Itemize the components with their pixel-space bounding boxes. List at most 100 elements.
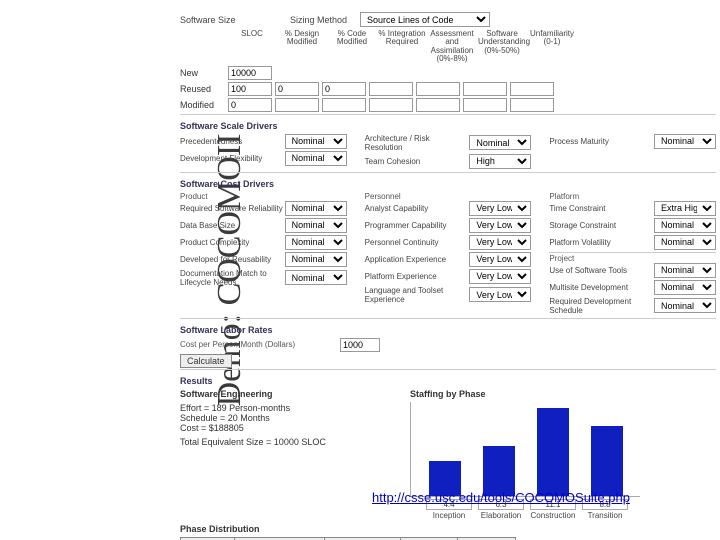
pvol-label: Platform Volatility xyxy=(549,238,654,247)
cocomo-url-link[interactable]: http://csse.usc.edu/tools/COCOMOSuite.ph… xyxy=(372,490,630,505)
schedule-text: Schedule = 20 Months xyxy=(180,413,370,423)
staffing-chart xyxy=(410,402,640,497)
modified-aa-input[interactable] xyxy=(416,98,460,112)
platform-heading: Platform xyxy=(549,192,716,201)
pcap-label: Programmer Capability xyxy=(365,221,470,230)
sizing-method-label: Sizing Method xyxy=(290,15,360,25)
acap-select[interactable]: Very Low xyxy=(469,201,531,216)
ruse-label: Developed for Reusability xyxy=(180,255,285,264)
flex-label: Development Flexibility xyxy=(180,154,285,163)
pcon-label: Personnel Continuity xyxy=(365,238,470,247)
reused-label: Reused xyxy=(180,84,228,94)
modified-sloc-input[interactable] xyxy=(228,98,272,112)
results-heading: Results xyxy=(180,376,716,386)
phase-table: Phase Effort (Person-months) Schedule (M… xyxy=(180,537,516,540)
new-label: New xyxy=(180,68,228,78)
modified-ir-input[interactable] xyxy=(369,98,413,112)
cplx-select[interactable]: Nominal xyxy=(285,235,347,250)
bar-elaboration xyxy=(483,446,515,496)
apex-select[interactable]: Very Low xyxy=(469,252,531,267)
ruse-select[interactable]: Nominal xyxy=(285,252,347,267)
cost-drivers-heading: Software Cost Drivers xyxy=(180,179,716,189)
labor-rates-heading: Software Labor Rates xyxy=(180,325,716,335)
reused-dm-input[interactable] xyxy=(275,82,319,96)
reused-aa-input[interactable] xyxy=(416,82,460,96)
col-integ: % Integration Required xyxy=(378,30,426,64)
data-label: Data Base Size xyxy=(180,221,285,230)
rely-select[interactable]: Nominal xyxy=(285,201,347,216)
col-sloc: SLOC xyxy=(228,30,276,64)
data-select[interactable]: Nominal xyxy=(285,218,347,233)
phase-dist-heading: Phase Distribution xyxy=(180,524,716,534)
equiv-size-text: Total Equivalent Size = 10000 SLOC xyxy=(180,437,370,447)
modified-label: Modified xyxy=(180,100,228,110)
bar-transition xyxy=(591,426,623,496)
team-select[interactable]: High xyxy=(469,154,531,169)
prec-select[interactable]: Nominal xyxy=(285,134,347,149)
rely-label: Required Software Reliability xyxy=(180,204,285,213)
pcon-select[interactable]: Very Low xyxy=(469,235,531,250)
pvol-select[interactable]: Nominal xyxy=(654,235,716,250)
col-unfam: Unfamiliarity (0-1) xyxy=(528,30,576,64)
effort-text: Effort = 189 Person-months xyxy=(180,403,370,413)
arch-select[interactable]: Nominal xyxy=(469,135,531,150)
pmat-label: Process Maturity xyxy=(549,137,654,146)
stor-label: Storage Constraint xyxy=(549,221,654,230)
reused-ir-input[interactable] xyxy=(369,82,413,96)
modified-su-input[interactable] xyxy=(463,98,507,112)
modified-dm-input[interactable] xyxy=(275,98,319,112)
sloc-row-new: New xyxy=(180,66,716,80)
new-sloc-input[interactable] xyxy=(228,66,272,80)
reused-unfm-input[interactable] xyxy=(510,82,554,96)
sced-select[interactable]: Nominal xyxy=(654,298,716,313)
software-size-label: Software Size xyxy=(180,15,290,25)
staffing-heading: Staffing by Phase xyxy=(410,389,640,399)
col-code: % Code Modified xyxy=(328,30,376,64)
plex-label: Platform Experience xyxy=(365,272,470,281)
site-label: Multisite Development xyxy=(549,283,654,292)
modified-unfm-input[interactable] xyxy=(510,98,554,112)
site-select[interactable]: Nominal xyxy=(654,280,716,295)
apex-label: Application Experience xyxy=(365,255,470,264)
col-su: Software Understanding (0%-50%) xyxy=(478,30,526,64)
bar-construction xyxy=(537,408,569,496)
cost-text: Cost = $188805 xyxy=(180,423,370,433)
arch-label: Architecture / Risk Resolution xyxy=(365,134,470,152)
reused-sloc-input[interactable] xyxy=(228,82,272,96)
tool-label: Use of Software Tools xyxy=(549,266,654,275)
team-label: Team Cohesion xyxy=(365,157,470,166)
flex-select[interactable]: Nominal xyxy=(285,151,347,166)
plex-select[interactable]: Very Low xyxy=(469,269,531,284)
cost-pm-label: Cost per Person-Month (Dollars) xyxy=(180,340,340,349)
product-heading: Product xyxy=(180,192,347,201)
pmat-select[interactable]: Nominal xyxy=(654,134,716,149)
sloc-row-modified: Modified xyxy=(180,98,716,112)
acap-label: Analyst Capability xyxy=(365,204,470,213)
time-label: Time Constraint xyxy=(549,204,654,213)
bar-cat-1: Inception xyxy=(426,511,472,520)
docu-select[interactable]: Nominal xyxy=(285,270,347,285)
project-heading: Project xyxy=(549,254,716,263)
time-select[interactable]: Extra High xyxy=(654,201,716,216)
sced-label: Required Development Schedule xyxy=(549,297,654,315)
ltex-select[interactable]: Very Low xyxy=(469,287,531,302)
prec-label: Precedentedness xyxy=(180,137,285,146)
sloc-row-reused: Reused xyxy=(180,82,716,96)
reused-su-input[interactable] xyxy=(463,82,507,96)
personnel-heading: Personnel xyxy=(365,192,532,201)
bar-cat-4: Transition xyxy=(582,511,628,520)
tool-select[interactable]: Nominal xyxy=(654,263,716,278)
results-subheading: Software Engineering xyxy=(180,389,370,399)
sizing-method-select[interactable]: Source Lines of Code xyxy=(360,12,490,27)
calculate-button[interactable]: Calculate xyxy=(180,354,232,368)
stor-select[interactable]: Nominal xyxy=(654,218,716,233)
cocomo-form: Software Size Sizing Method Source Lines… xyxy=(180,12,716,540)
reused-cm-input[interactable] xyxy=(322,82,366,96)
pcap-select[interactable]: Very Low xyxy=(469,218,531,233)
bar-cat-3: Construction xyxy=(530,511,576,520)
col-assess: Assessment and Assimilation (0%-8%) xyxy=(428,30,476,64)
cost-pm-input[interactable] xyxy=(340,338,380,352)
scale-drivers-heading: Software Scale Drivers xyxy=(180,121,716,131)
modified-cm-input[interactable] xyxy=(322,98,366,112)
col-design: % Design Modified xyxy=(278,30,326,64)
